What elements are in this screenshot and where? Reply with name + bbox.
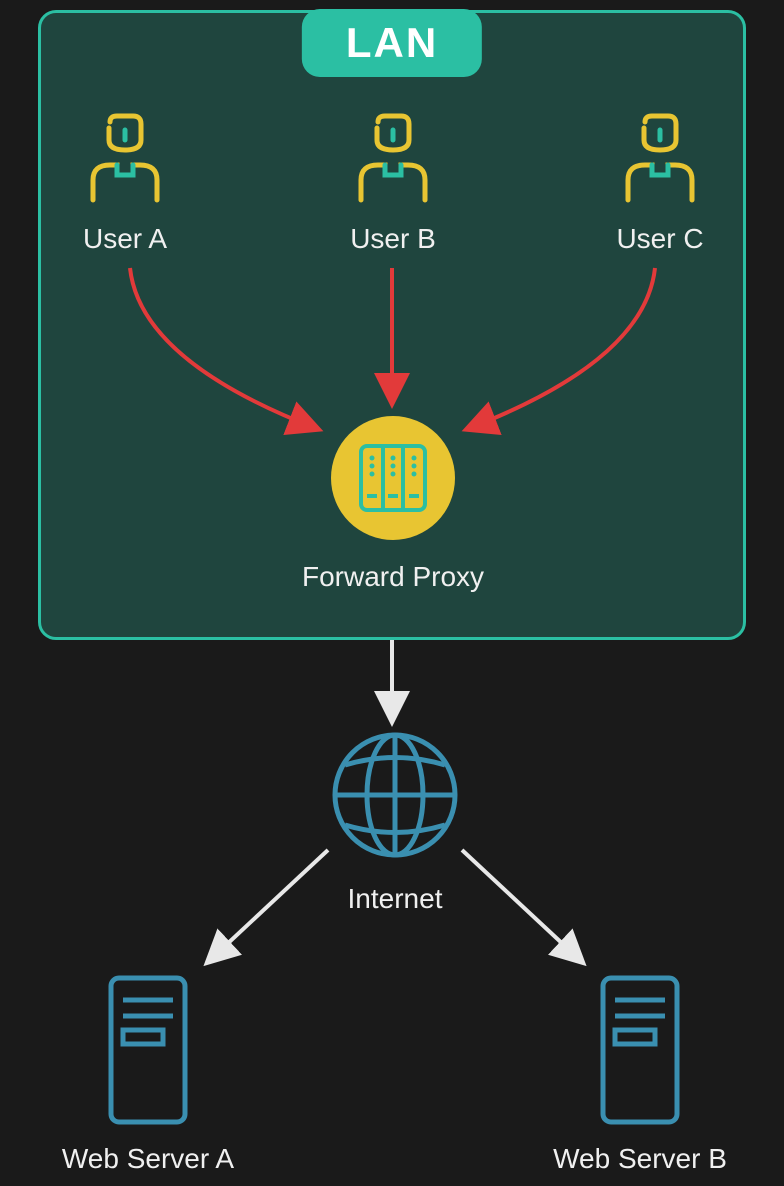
user-c-label: User C bbox=[595, 223, 725, 255]
arrow-internet-to-server-a bbox=[210, 850, 328, 960]
user-a: User A bbox=[60, 110, 190, 255]
user-b-label: User B bbox=[328, 223, 458, 255]
web-server-b-label: Web Server B bbox=[550, 1143, 730, 1175]
web-server-b: Web Server B bbox=[550, 970, 730, 1175]
internet-label: Internet bbox=[320, 883, 470, 915]
user-icon bbox=[610, 110, 710, 210]
globe-icon bbox=[320, 720, 470, 870]
forward-proxy: Forward Proxy bbox=[323, 408, 463, 593]
internet: Internet bbox=[320, 720, 470, 915]
user-b: User B bbox=[328, 110, 458, 255]
server-tower-icon bbox=[93, 970, 203, 1130]
lan-badge: LAN bbox=[302, 9, 482, 77]
user-icon bbox=[343, 110, 443, 210]
proxy-server-icon bbox=[323, 408, 463, 548]
web-server-a-label: Web Server A bbox=[58, 1143, 238, 1175]
arrow-internet-to-server-b bbox=[462, 850, 580, 960]
web-server-a: Web Server A bbox=[58, 970, 238, 1175]
user-a-label: User A bbox=[60, 223, 190, 255]
user-c: User C bbox=[595, 110, 725, 255]
forward-proxy-label: Forward Proxy bbox=[293, 561, 493, 593]
user-icon bbox=[75, 110, 175, 210]
server-tower-icon bbox=[585, 970, 695, 1130]
